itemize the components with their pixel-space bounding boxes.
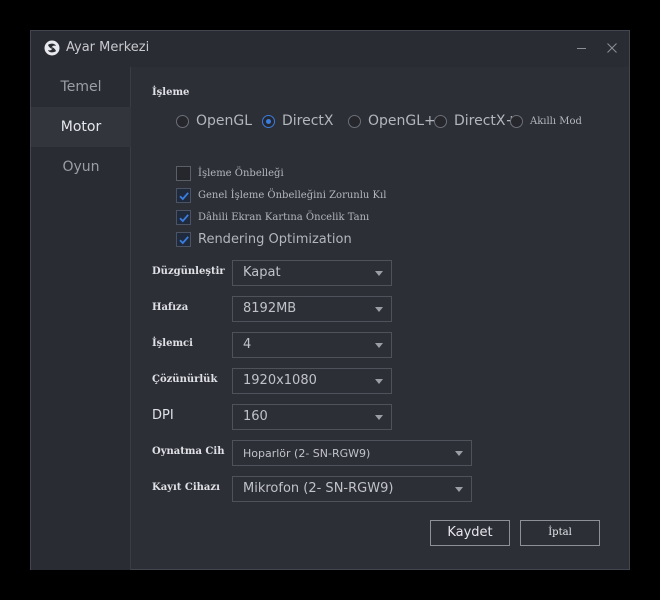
checkbox-label: Genel İşleme Önbelleğini Zorunlu Kıl xyxy=(198,189,387,201)
rendering-section-label: İşleme xyxy=(152,87,190,98)
radio-label: DirectX+ xyxy=(454,113,518,129)
select-value: Kapat xyxy=(243,265,281,280)
sidebar-item-oyun[interactable]: Oyun xyxy=(31,147,131,187)
checkbox-indicator xyxy=(176,165,191,181)
radio-indicator xyxy=(434,114,447,128)
recording-device-select[interactable]: Mikrofon (2- SN-RGW9) xyxy=(232,476,472,502)
checkbox-label: İşleme Önbelleği xyxy=(198,167,284,179)
radio-label: Akıllı Mod xyxy=(530,115,582,127)
minimize-icon[interactable] xyxy=(573,39,591,57)
dpi-label: DPI xyxy=(152,408,174,423)
chevron-down-icon xyxy=(455,451,463,456)
checkmark-icon xyxy=(176,231,191,247)
settings-panel: İşleme OpenGL DirectX OpenGL+ DirectX+ A… xyxy=(132,67,630,570)
radio-indicator xyxy=(176,114,189,128)
checkmark-icon xyxy=(176,209,191,225)
checkbox-render-cache[interactable]: İşleme Önbelleği xyxy=(176,164,284,182)
chevron-down-icon xyxy=(375,271,383,276)
chevron-down-icon xyxy=(375,415,383,420)
antialias-select[interactable]: Kapat xyxy=(232,260,392,286)
memory-select[interactable]: 8192MB xyxy=(232,296,392,322)
recording-device-label: Kayıt Cihazı xyxy=(152,482,220,493)
select-value: Mikrofon (2- SN-RGW9) xyxy=(243,481,394,496)
memory-label: Hafıza xyxy=(152,302,189,313)
radio-indicator-selected xyxy=(262,114,275,128)
chevron-down-icon xyxy=(455,487,463,492)
radio-directx[interactable]: DirectX xyxy=(262,111,334,131)
radio-smart-mode[interactable]: Akıllı Mod xyxy=(510,111,582,131)
radio-indicator xyxy=(510,114,523,128)
antialias-label: Düzgünleştir xyxy=(152,266,225,277)
app-logo-icon xyxy=(44,40,60,56)
checkbox-force-global-cache[interactable]: Genel İşleme Önbelleğini Zorunlu Kıl xyxy=(176,186,386,204)
resolution-label: Çözünürlük xyxy=(152,374,218,385)
window-title: Ayar Merkezi xyxy=(66,40,150,55)
select-value: Hoparlör (2- SN-RGW9) xyxy=(243,447,371,460)
radio-label: DirectX xyxy=(282,113,334,129)
resolution-select[interactable]: 1920x1080 xyxy=(232,368,392,394)
select-value: 160 xyxy=(243,409,268,424)
sidebar-item-motor[interactable]: Motor xyxy=(31,107,131,147)
close-icon[interactable] xyxy=(603,39,621,57)
chevron-down-icon xyxy=(375,307,383,312)
radio-label: OpenGL+ xyxy=(368,113,436,129)
checkbox-label: Dâhili Ekran Kartına Öncelik Tanı xyxy=(198,211,370,223)
radio-opengl-plus[interactable]: OpenGL+ xyxy=(348,111,436,131)
radio-label: OpenGL xyxy=(196,113,253,129)
chevron-down-icon xyxy=(375,379,383,384)
playback-device-select[interactable]: Hoparlör (2- SN-RGW9) xyxy=(232,440,472,466)
select-value: 1920x1080 xyxy=(243,373,317,388)
dpi-select[interactable]: 160 xyxy=(232,404,392,430)
cancel-button[interactable]: İptal xyxy=(520,520,600,546)
sidebar-item-temel[interactable]: Temel xyxy=(31,67,131,107)
chevron-down-icon xyxy=(375,343,383,348)
checkbox-label: Rendering Optimization xyxy=(198,231,352,247)
select-value: 4 xyxy=(243,337,252,352)
render-mode-group: OpenGL DirectX OpenGL+ DirectX+ Akıllı M… xyxy=(176,111,626,131)
select-value: 8192MB xyxy=(243,301,297,316)
radio-indicator xyxy=(348,114,361,128)
sidebar: Temel Motor Oyun xyxy=(31,67,131,570)
checkbox-rendering-optimization[interactable]: Rendering Optimization xyxy=(176,230,352,248)
radio-directx-plus[interactable]: DirectX+ xyxy=(434,111,517,131)
save-button[interactable]: Kaydet xyxy=(430,520,510,546)
checkbox-prefer-integrated-gpu[interactable]: Dâhili Ekran Kartına Öncelik Tanı xyxy=(176,208,369,226)
cpu-select[interactable]: 4 xyxy=(232,332,392,358)
checkmark-icon xyxy=(176,187,191,203)
radio-opengl[interactable]: OpenGL xyxy=(176,111,252,131)
cpu-label: İşlemci xyxy=(152,338,193,349)
settings-window: Ayar Merkezi Temel Motor Oyun İşleme Ope… xyxy=(30,30,630,570)
playback-device-label: Oynatma Cih xyxy=(152,446,225,457)
title-bar: Ayar Merkezi xyxy=(31,31,629,67)
